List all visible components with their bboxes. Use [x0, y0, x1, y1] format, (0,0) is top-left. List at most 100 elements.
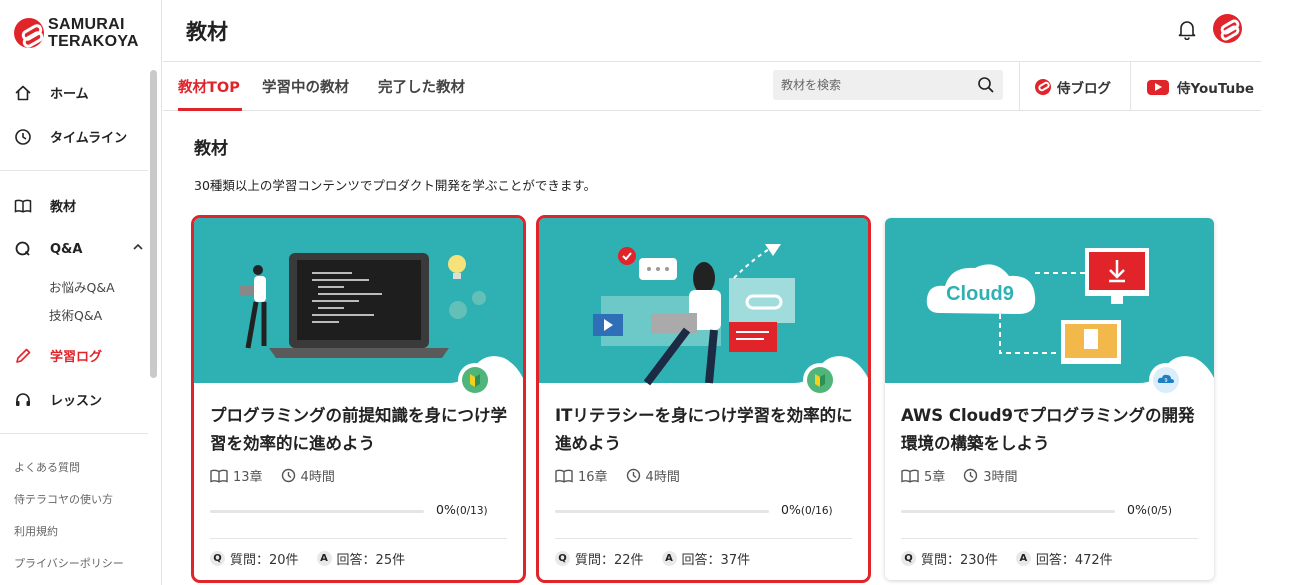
footer-link-howto[interactable]: 侍テラコヤの使い方: [14, 491, 113, 507]
blog-link-label: 侍ブログ: [1057, 81, 1111, 97]
answer-count[interactable]: A 回答：25件: [316, 549, 406, 568]
course-meta: 5章 3時間: [901, 466, 1036, 485]
brand-line1: SAMURAI: [48, 16, 125, 33]
question-count-label: 質問：20件: [230, 553, 299, 568]
answer-badge-icon: A: [1015, 551, 1031, 566]
duration: 3時間: [963, 466, 1018, 485]
brand-logo[interactable]: SAMURAI TERAKOYA: [14, 16, 139, 50]
question-count[interactable]: Q 質問：22件: [555, 549, 644, 568]
duration-label: 4時間: [300, 470, 335, 485]
sidebar-item-label: 学習ログ: [50, 350, 103, 365]
search-box: [773, 70, 1003, 100]
search-icon[interactable]: [977, 76, 995, 94]
progress-text: 0%(0/5): [1127, 502, 1172, 517]
page-title: 教材: [186, 20, 228, 44]
chapters-count: 13章: [210, 466, 263, 485]
sidebar-item-materials[interactable]: 教材: [14, 196, 76, 215]
sidebar-divider: [0, 433, 148, 434]
bell-icon[interactable]: [1176, 18, 1198, 41]
sidebar-divider: [0, 170, 148, 171]
sidebar-item-label: ホーム: [50, 87, 89, 102]
course-meta: 13章 4時間: [210, 466, 353, 485]
footer-link-privacy[interactable]: プライバシーポリシー: [14, 555, 124, 571]
course-title[interactable]: ITリテラシーを身につけ学習を効率的に進めよう: [555, 402, 855, 458]
progress-percent: 0%: [1127, 502, 1147, 517]
answer-badge-icon: A: [316, 551, 332, 566]
section-description: 30種類以上の学習コンテンツでプロダクト開発を学ぶことができます。: [194, 178, 597, 193]
sidebar-subitem-tech-qa[interactable]: 技術Q&A: [49, 305, 102, 324]
answer-count-label: 回答：37件: [681, 553, 751, 568]
card-divider: [210, 538, 507, 539]
beginner-leaf-icon: [458, 363, 492, 397]
youtube-icon: [1147, 79, 1169, 95]
tab-completed[interactable]: 完了した教材: [378, 76, 465, 97]
active-tab-indicator: [178, 108, 242, 111]
qa-stats: Q 質問：22件 A 回答：37件: [555, 549, 768, 568]
progress-count: (0/16): [800, 505, 833, 517]
tab-in-progress[interactable]: 学習中の教材: [262, 76, 349, 97]
sidebar-item-lesson[interactable]: レッスン: [14, 390, 102, 409]
card-divider: [555, 538, 852, 539]
question-count[interactable]: Q 質問：230件: [901, 549, 998, 568]
search-input[interactable]: [773, 70, 973, 100]
clock-icon: [281, 468, 295, 483]
avatar[interactable]: [1213, 14, 1242, 43]
qa-stats: Q 質問：230件 A 回答：472件: [901, 549, 1131, 568]
question-count-label: 質問：22件: [575, 553, 644, 568]
qa-stats: Q 質問：20件 A 回答：25件: [210, 549, 423, 568]
book-icon: [210, 469, 228, 483]
progress-bar: [555, 510, 769, 513]
clock-icon: [626, 468, 640, 483]
sidebar-item-home[interactable]: ホーム: [14, 83, 89, 102]
youtube-link[interactable]: 侍YouTube: [1147, 77, 1254, 97]
answer-count-label: 回答：472件: [1035, 553, 1113, 568]
sidebar-item-label: Q&A: [50, 241, 83, 257]
course-title[interactable]: AWS Cloud9でプログラミングの開発環境の構築をしよう: [901, 402, 1201, 458]
divider: [1130, 62, 1131, 110]
chapters-count: 16章: [555, 466, 608, 485]
progress-percent: 0%: [436, 502, 456, 517]
materials-tabs: 教材TOP 学習中の教材 完了した教材 侍ブログ 侍YouTube: [163, 62, 1261, 111]
duration: 4時間: [626, 466, 680, 485]
brand-name: SAMURAI TERAKOYA: [48, 16, 139, 50]
course-title[interactable]: プログラミングの前提知識を身につけ学習を効率的に進めよう: [210, 402, 510, 458]
chapters-label: 5章: [924, 470, 946, 485]
answer-count[interactable]: A 回答：37件: [661, 549, 751, 568]
question-badge-icon: Q: [901, 551, 916, 566]
book-icon: [901, 469, 919, 483]
svg-text:9: 9: [1164, 378, 1167, 384]
answer-badge-icon: A: [661, 551, 677, 566]
footer-link-terms[interactable]: 利用規約: [14, 523, 58, 539]
course-card[interactable]: Cloud9 9 AWS Cloud9でプログラミングの開発環境の構築をしよう …: [885, 218, 1214, 580]
duration: 4時間: [281, 466, 335, 485]
question-badge-icon: Q: [210, 551, 225, 566]
progress-percent: 0%: [781, 502, 801, 517]
sidebar-subitem-worries-qa[interactable]: お悩みQ&A: [49, 277, 115, 296]
question-count[interactable]: Q 質問：20件: [210, 549, 299, 568]
chapters-count: 5章: [901, 466, 945, 485]
chevron-up-icon[interactable]: [132, 241, 144, 257]
sidebar-item-study-log[interactable]: 学習ログ: [14, 346, 102, 365]
duration-label: 3時間: [983, 470, 1018, 485]
samurai-blog-icon: [1035, 79, 1051, 95]
sidebar-item-timeline[interactable]: タイムライン: [14, 127, 127, 146]
footer-link-faq[interactable]: よくある質問: [14, 459, 80, 475]
card-divider: [901, 538, 1198, 539]
progress-bar: [210, 510, 424, 513]
question-badge-icon: Q: [555, 551, 570, 566]
sidebar-scrollbar[interactable]: [150, 70, 157, 378]
progress-count: (0/13): [455, 505, 488, 517]
divider: [1019, 62, 1020, 110]
course-card[interactable]: プログラミングの前提知識を身につけ学習を効率的に進めよう 13章 4時間 0%(…: [191, 215, 526, 583]
sidebar-item-label: レッスン: [50, 394, 103, 409]
progress-text: 0%(0/13): [436, 502, 488, 517]
blog-link[interactable]: 侍ブログ: [1035, 77, 1111, 97]
sidebar-item-qa[interactable]: Q&A: [14, 240, 148, 258]
tab-materials-top[interactable]: 教材TOP: [178, 76, 240, 97]
chapters-label: 16章: [578, 470, 608, 485]
home-icon: [14, 84, 32, 102]
course-card[interactable]: ITリテラシーを身につけ学習を効率的に進めよう 16章 4時間 0%(0/16)…: [536, 215, 871, 583]
answer-count-label: 回答：25件: [336, 553, 406, 568]
answer-count[interactable]: A 回答：472件: [1015, 549, 1113, 568]
beginner-leaf-icon: [803, 363, 837, 397]
